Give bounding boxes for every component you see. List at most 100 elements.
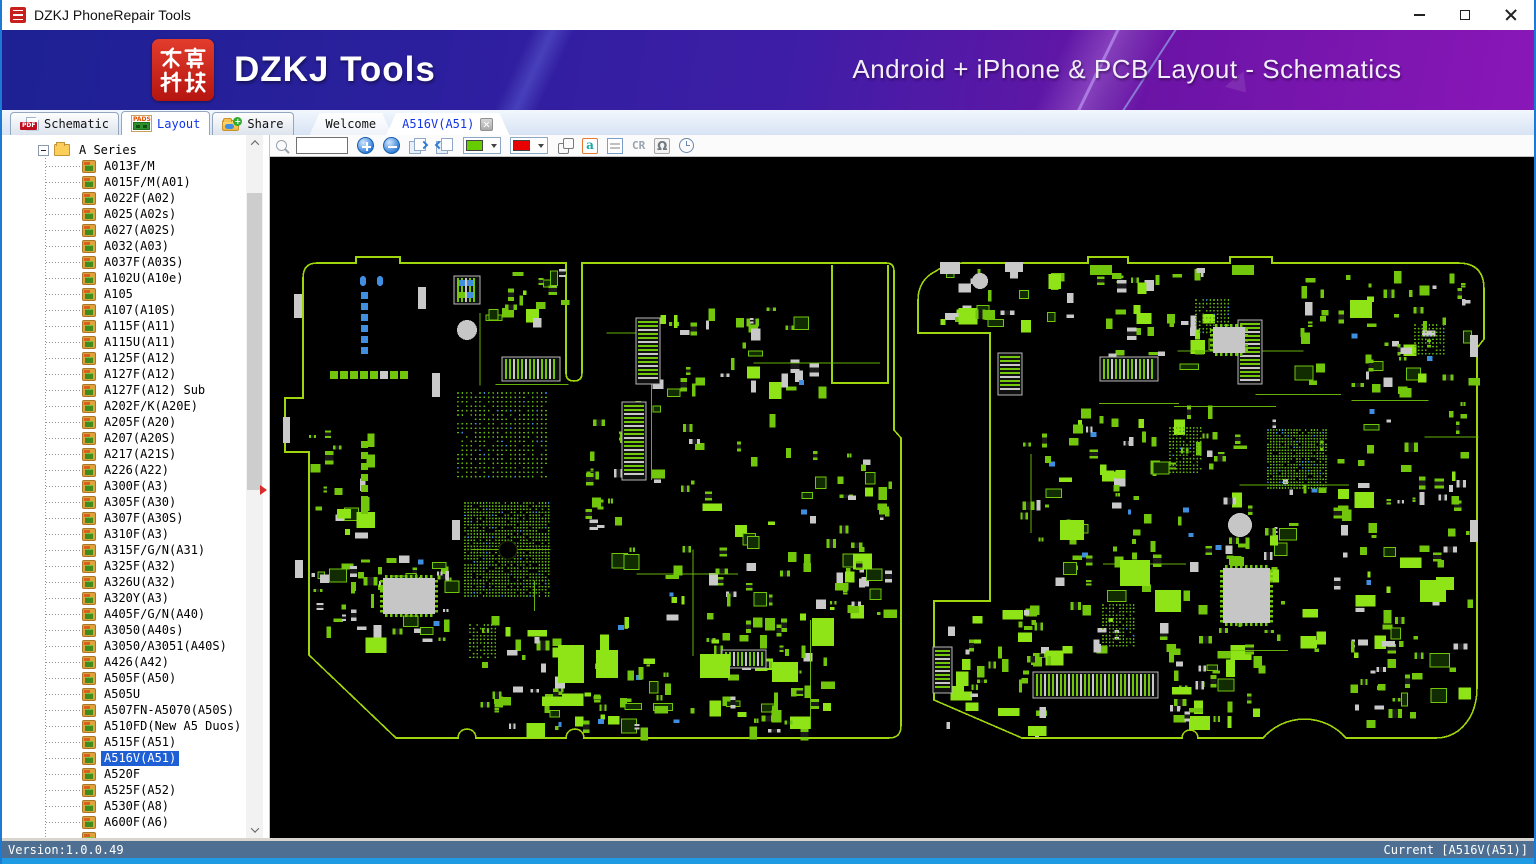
history-button[interactable] (679, 138, 695, 153)
tree-expander-icon[interactable] (38, 144, 49, 156)
tree-item[interactable]: A3050/A3051(A40S) (2, 638, 269, 654)
scrollbar-thumb[interactable] (247, 193, 262, 490)
tree-item[interactable]: A025(A02s) (2, 206, 269, 222)
tree-item[interactable]: A205F(A20) (2, 414, 269, 430)
tree-item[interactable]: A505U (2, 686, 269, 702)
pads-board-icon (82, 175, 96, 189)
header-banner: DZKJ Tools Android + iPhone & PCB Layout… (2, 30, 1534, 110)
tree-item[interactable]: A326U(A32) (2, 574, 269, 590)
tree-item[interactable]: A032(A03) (2, 238, 269, 254)
tree-item-label: A510FD(New A5 Duos) (104, 718, 242, 733)
tree-item[interactable]: A105 (2, 286, 269, 302)
window-title: DZKJ PhoneRepair Tools (34, 7, 191, 23)
tree-item[interactable]: A305F(A30) (2, 494, 269, 510)
tree-item[interactable]: A015F/M(A01) (2, 174, 269, 190)
tree-item[interactable]: A530F(A8) (2, 798, 269, 814)
pads-board-icon (82, 735, 96, 749)
pads-board-icon (82, 623, 96, 637)
tree-item[interactable]: A3050(A40s) (2, 622, 269, 638)
minimize-button[interactable] (1396, 0, 1442, 30)
tree-item[interactable]: A127F(A12) Sub (2, 382, 269, 398)
tree-item[interactable]: A520F (2, 766, 269, 782)
tree-item[interactable]: A027(A02S) (2, 222, 269, 238)
tree-item[interactable]: A107(A10S) (2, 302, 269, 318)
close-icon (1505, 9, 1517, 21)
tree-item[interactable]: A405F/G/N(A40) (2, 606, 269, 622)
tree-item[interactable]: A125F(A12) (2, 350, 269, 366)
tree-item[interactable]: A315F/G/N(A31) (2, 542, 269, 558)
tree-item[interactable]: A515F(A51) (2, 734, 269, 750)
tree-item-label: A310F(A3) (104, 526, 170, 541)
tree-item[interactable]: A507FN-A5070(A50S) (2, 702, 269, 718)
tree-item[interactable]: A207(A20S) (2, 430, 269, 446)
tree-item[interactable]: A516V(A51) (2, 750, 269, 766)
tree-item-label: A127F(A12) (104, 366, 177, 381)
top-layer-color-picker[interactable] (463, 137, 501, 154)
tree-item-label: A202F/K(A20E) (104, 398, 198, 413)
pcb-canvas[interactable] (270, 157, 1534, 838)
doc-tab-a516v[interactable]: A516V(A51) (386, 113, 509, 135)
tree-root-label: A Series (79, 142, 137, 157)
window-border-left (0, 0, 2, 864)
pads-board-icon (82, 719, 96, 733)
tree-item[interactable]: A115F(A11) (2, 318, 269, 334)
tree-item-label: A127F(A12) Sub (104, 382, 206, 397)
bottom-layer-color-picker[interactable] (510, 137, 548, 154)
splitter-marker-icon (260, 485, 267, 495)
tree-item[interactable]: A115U(A11) (2, 334, 269, 350)
tree-item[interactable]: A510FD(New A5 Duos) (2, 718, 269, 734)
tree-item[interactable] (2, 830, 269, 838)
model-tree-panel: A Series A013F/M A015F/M(A01) A022F(A02) A02… (2, 135, 270, 838)
rotate-right-button[interactable] (409, 137, 429, 154)
scroll-down-button[interactable] (246, 822, 263, 838)
pads-board-icon (82, 783, 96, 797)
tree-item[interactable]: A600F(A6) (2, 814, 269, 830)
zoom-in-button[interactable] (357, 137, 374, 154)
resistance-button[interactable]: Ω (654, 137, 671, 154)
tree-item-label: A015F/M(A01) (104, 174, 191, 189)
tree-item[interactable]: A300F(A3) (2, 478, 269, 494)
label-toggle-button[interactable]: a (582, 137, 598, 154)
maximize-button[interactable] (1442, 0, 1488, 30)
tab-share[interactable]: + Share (212, 112, 294, 135)
tree-item[interactable]: A013F/M (2, 158, 269, 174)
tree-item[interactable]: A102U(A10e) (2, 270, 269, 286)
pads-board-icon (82, 335, 96, 349)
tree-item[interactable]: A505F(A50) (2, 670, 269, 686)
tree-item[interactable]: A426(A42) (2, 654, 269, 670)
zoom-out-button[interactable] (383, 137, 400, 154)
cr-button[interactable]: CR (632, 139, 645, 152)
tree-item[interactable]: A320Y(A3) (2, 590, 269, 606)
search-input[interactable] (296, 137, 348, 154)
tree-item-label: A515F(A51) (104, 734, 177, 749)
pads-board-icon (82, 463, 96, 477)
layers-button[interactable] (607, 137, 623, 154)
tab-label: Share (247, 117, 284, 131)
pads-board-icon (82, 287, 96, 301)
tree-item[interactable]: A307F(A30S) (2, 510, 269, 526)
tree-item[interactable]: A022F(A02) (2, 190, 269, 206)
tree-item-label: A013F/M (104, 158, 155, 173)
tab-schematic[interactable]: PDF Schematic (10, 112, 120, 135)
tree-item[interactable]: A525F(A52) (2, 782, 269, 798)
rotate-left-button[interactable] (434, 137, 454, 154)
tree-item[interactable]: A202F/K(A20E) (2, 398, 269, 414)
scroll-up-button[interactable] (246, 135, 263, 151)
doc-tab-close-icon[interactable] (480, 118, 493, 131)
tree-item-label: A032(A03) (104, 238, 170, 253)
tree-item[interactable]: A325F(A32) (2, 558, 269, 574)
tree-item[interactable]: A217(A21S) (2, 446, 269, 462)
tree-item[interactable]: A226(A22) (2, 462, 269, 478)
close-button[interactable] (1488, 0, 1534, 30)
tree-item[interactable]: A310F(A3) (2, 526, 269, 542)
tree-root-a-series[interactable]: A Series (2, 142, 269, 158)
tab-layout[interactable]: PADS Layout (121, 111, 211, 135)
tree-item-label: A505U (104, 686, 141, 701)
current-board-label: Current [A516V(A51)] (1383, 842, 1529, 857)
tree-item-label: A505F(A50) (104, 670, 177, 685)
pads-board-icon (82, 367, 96, 381)
tree-item[interactable]: A127F(A12) (2, 366, 269, 382)
window-layout-button[interactable] (557, 137, 574, 154)
tree-item[interactable]: A037F(A03S) (2, 254, 269, 270)
doc-tab-welcome[interactable]: Welcome (310, 113, 393, 135)
